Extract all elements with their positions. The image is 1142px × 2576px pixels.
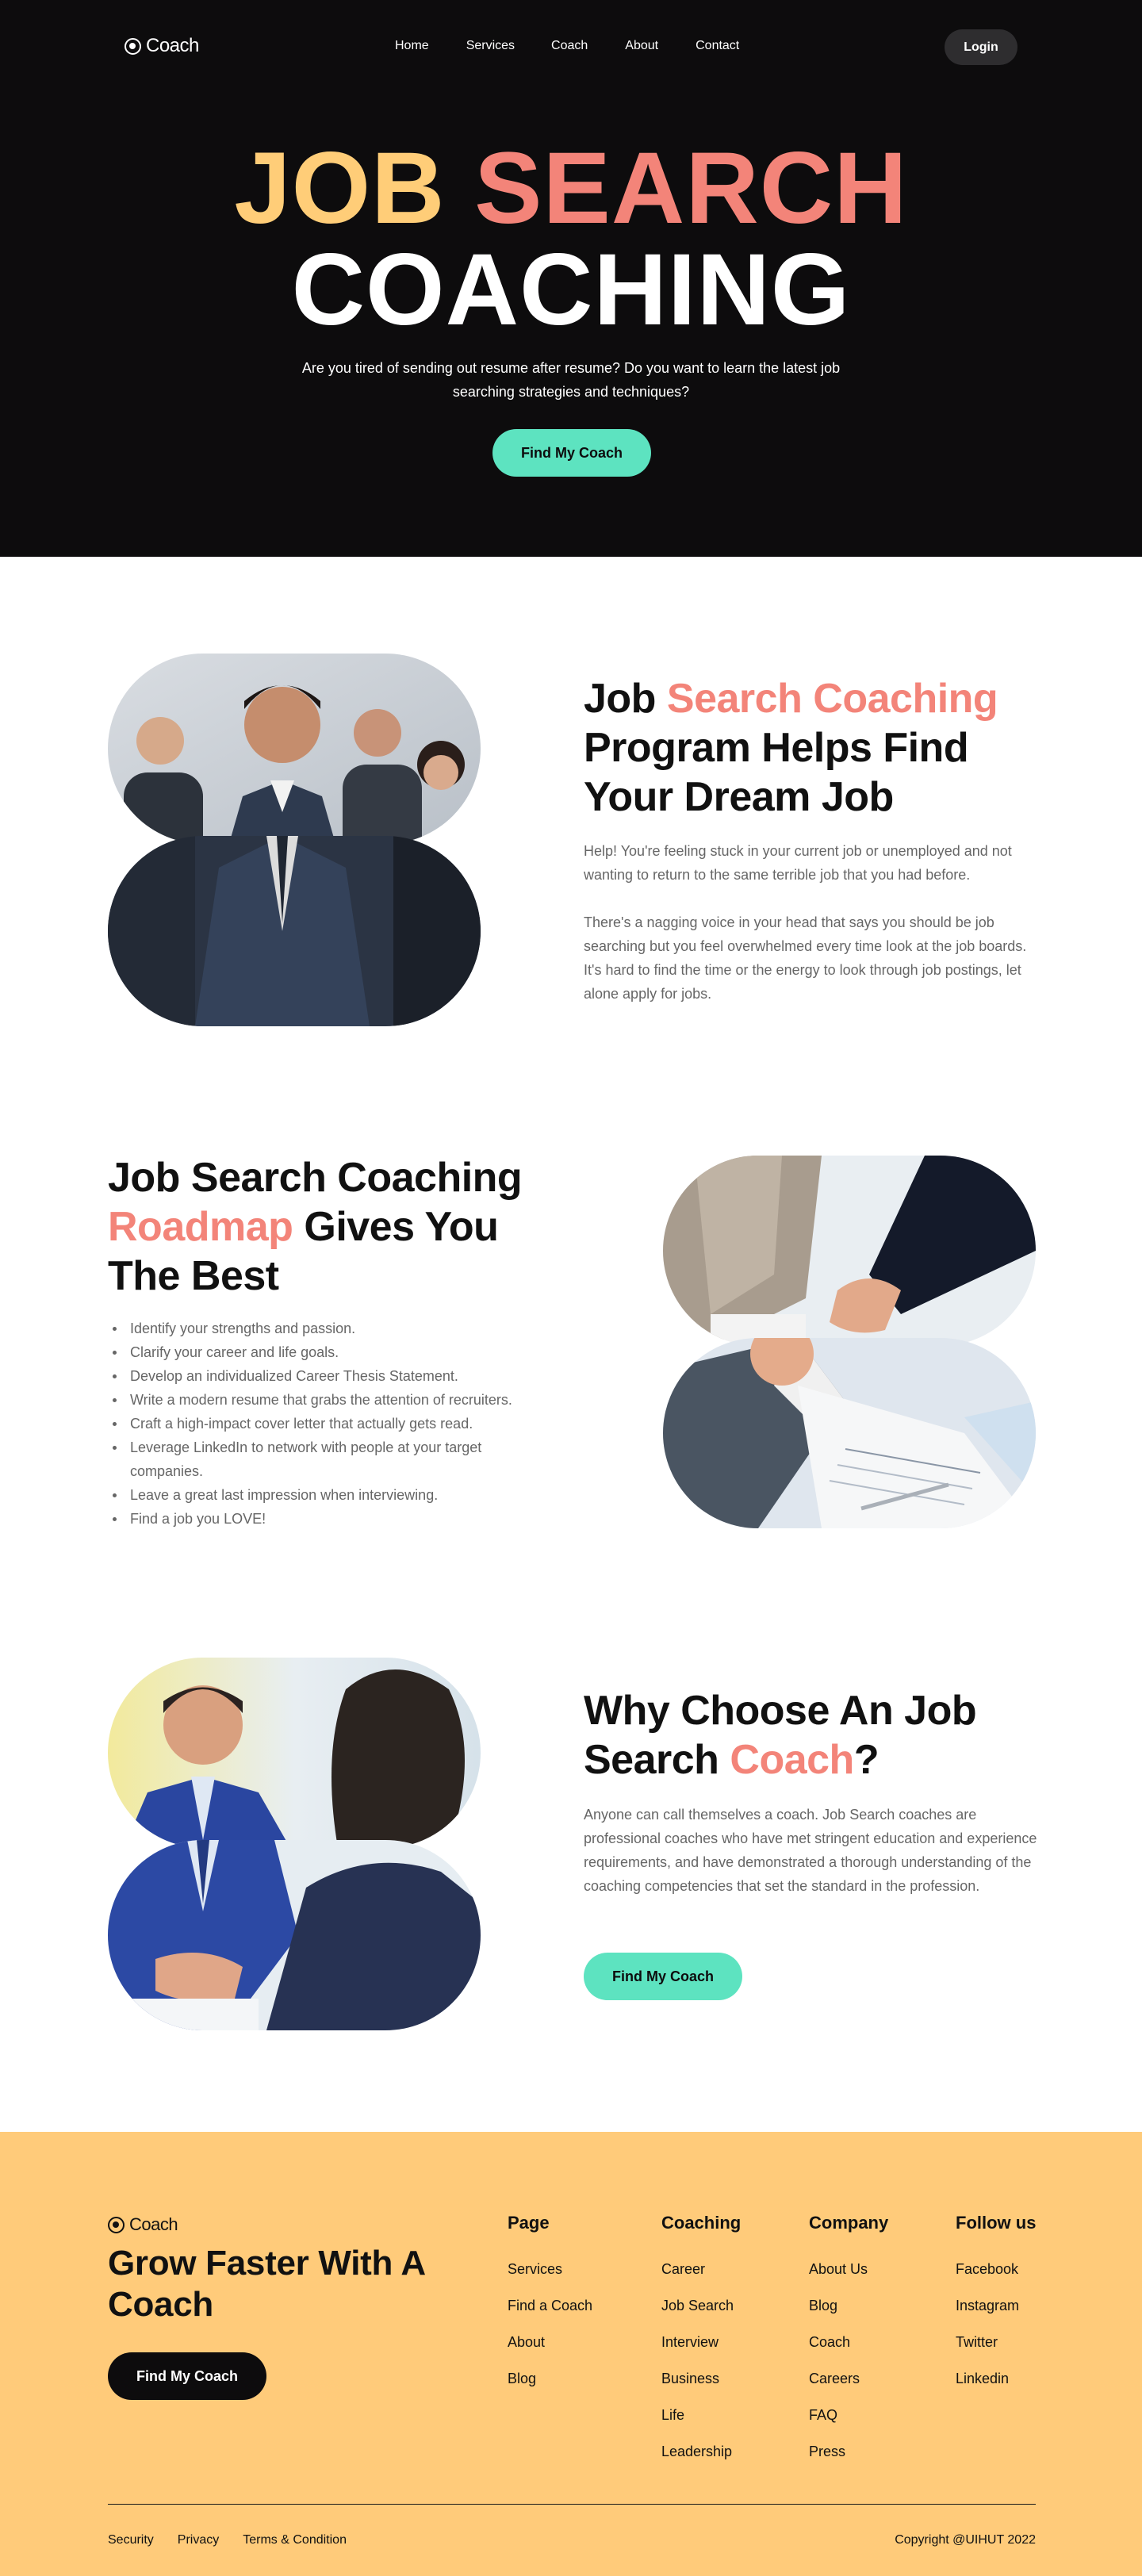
footer-link[interactable]: Press xyxy=(809,2433,888,2470)
businessmen-photo-bottom xyxy=(108,836,481,1026)
footer-column-title: Coaching xyxy=(661,2213,742,2233)
section1-title: Job Search Coaching Program Helps Find Y… xyxy=(584,674,1044,822)
section1-title-start: Job xyxy=(584,676,667,722)
hero-title-line2: COACHING xyxy=(291,233,851,347)
footer-link[interactable]: Career xyxy=(661,2251,741,2287)
footer-link[interactable]: About xyxy=(508,2324,592,2360)
image-top-lobe xyxy=(108,654,481,844)
footer-legal-links: Security Privacy Terms & Condition xyxy=(108,2533,347,2547)
footer-column-title: Follow us xyxy=(956,2213,1037,2233)
list-item: Craft a high-impact cover letter that ac… xyxy=(108,1412,552,1436)
footer-link[interactable]: Blog xyxy=(508,2360,592,2397)
meeting-photo-top xyxy=(108,1658,481,1848)
image-bottom-lobe xyxy=(108,836,481,1026)
section1-title-accent: Search Coaching xyxy=(666,676,998,722)
section1-paragraph-1: Help! You're feeling stuck in your curre… xyxy=(584,843,1012,883)
section3-title-end: ? xyxy=(853,1737,879,1783)
meeting-photo-bottom xyxy=(108,1840,481,2030)
footer-link-instagram[interactable]: Instagram xyxy=(956,2287,1036,2324)
list-item: Leave a great last impression when inter… xyxy=(108,1483,552,1507)
footer-link[interactable]: Find a Coach xyxy=(508,2287,592,2324)
footer-link[interactable]: Blog xyxy=(809,2287,888,2324)
section1-title-end: Program Helps Find Your Dream Job xyxy=(584,725,969,820)
footer-column-title: Page xyxy=(508,2213,550,2233)
footer-find-coach-button[interactable]: Find My Coach xyxy=(108,2352,266,2400)
hero-title-line1: JOB SEARCH xyxy=(0,138,1142,240)
footer-legal-security[interactable]: Security xyxy=(108,2533,154,2547)
businessmen-photo-top xyxy=(108,654,481,844)
nav-services[interactable]: Services xyxy=(466,39,515,53)
footer-logo[interactable]: Coach xyxy=(108,2214,178,2235)
image-top-lobe xyxy=(663,1156,1036,1346)
footer-link[interactable]: FAQ xyxy=(809,2397,888,2433)
list-item: Develop an individualized Career Thesis … xyxy=(108,1364,552,1388)
nav-coach[interactable]: Coach xyxy=(551,39,588,53)
list-item: Write a modern resume that grabs the att… xyxy=(108,1388,552,1412)
footer-column-title: Company xyxy=(809,2213,889,2233)
coaching-program-image xyxy=(108,654,481,1026)
logo-text: Coach xyxy=(146,35,199,56)
footer-link[interactable]: Life xyxy=(661,2397,741,2433)
footer-column-follow: Follow us Facebook Instagram Twitter Lin… xyxy=(956,2213,1036,2397)
site-logo[interactable]: Coach xyxy=(125,35,199,57)
logo-icon xyxy=(125,37,141,55)
roadmap-list: Identify your strengths and passion. Cla… xyxy=(108,1317,552,1531)
footer-link[interactable]: Business xyxy=(661,2360,741,2397)
footer-tagline: Grow Faster With A Coach xyxy=(108,2244,425,2324)
footer-link[interactable]: About Us xyxy=(809,2251,888,2287)
section1-paragraph-2: There's a nagging voice in your head tha… xyxy=(584,914,1027,1002)
section3-find-coach-button[interactable]: Find My Coach xyxy=(584,1953,742,2000)
section2-title-accent: Roadmap xyxy=(108,1204,293,1250)
list-item: Find a job you LOVE! xyxy=(108,1507,552,1531)
footer-legal-terms[interactable]: Terms & Condition xyxy=(243,2533,347,2547)
footer-divider xyxy=(108,2504,1036,2505)
nav-about[interactable]: About xyxy=(625,39,658,53)
footer-link[interactable]: Careers xyxy=(809,2360,888,2397)
hero-title-word-job: JOB xyxy=(234,132,446,245)
footer-column-coaching: Coaching Career Job Search Interview Bus… xyxy=(661,2213,741,2470)
image-bottom-lobe xyxy=(108,1840,481,2030)
handshake-photo-top xyxy=(663,1156,1036,1346)
section3-title-accent: Coach xyxy=(730,1737,854,1783)
list-item: Identify your strengths and passion. xyxy=(108,1317,552,1340)
handshake-image xyxy=(663,1156,1036,1528)
footer-column-page: Page Services Find a Coach About Blog xyxy=(508,2213,592,2397)
footer-link-linkedin[interactable]: Linkedin xyxy=(956,2360,1036,2397)
section3-paragraph: Anyone can call themselves a coach. Job … xyxy=(584,1807,1037,1894)
hero-section: Coach Home Services Coach About Contact … xyxy=(0,0,1142,557)
footer-column-company: Company About Us Blog Coach Careers FAQ … xyxy=(809,2213,888,2470)
login-button[interactable]: Login xyxy=(945,29,1017,65)
footer-link[interactable]: Services xyxy=(508,2251,592,2287)
footer-copyright: Copyright @UIHUT 2022 xyxy=(895,2533,1036,2547)
image-bottom-lobe xyxy=(663,1338,1036,1528)
hero-title-word-search: SEARCH xyxy=(474,132,908,245)
footer-link[interactable]: Job Search xyxy=(661,2287,741,2324)
footer-link-twitter[interactable]: Twitter xyxy=(956,2324,1036,2360)
footer-link-facebook[interactable]: Facebook xyxy=(956,2251,1036,2287)
footer-logo-text: Coach xyxy=(129,2214,178,2234)
nav-contact[interactable]: Contact xyxy=(696,39,739,53)
image-top-lobe xyxy=(108,1658,481,1848)
why-coach-image xyxy=(108,1658,481,2030)
footer-link[interactable]: Leadership xyxy=(661,2433,741,2470)
footer-link[interactable]: Interview xyxy=(661,2324,741,2360)
hero-subtitle: Are you tired of sending out resume afte… xyxy=(301,360,841,400)
handshake-photo-bottom xyxy=(663,1338,1036,1528)
section2-title-start: Job Search Coaching xyxy=(108,1155,523,1201)
list-item: Leverage LinkedIn to network with people… xyxy=(108,1436,552,1483)
hero-find-coach-button[interactable]: Find My Coach xyxy=(492,429,651,477)
logo-icon xyxy=(108,2216,125,2233)
footer-legal-privacy[interactable]: Privacy xyxy=(178,2533,219,2547)
footer-link[interactable]: Coach xyxy=(809,2324,888,2360)
main-nav: Home Services Coach About Contact xyxy=(395,39,739,53)
section2-title: Job Search Coaching Roadmap Gives You Th… xyxy=(108,1153,568,1301)
nav-home[interactable]: Home xyxy=(395,39,429,53)
list-item: Clarify your career and life goals. xyxy=(108,1340,552,1364)
section3-title: Why Choose An Job Search Coach? xyxy=(584,1686,1044,1784)
